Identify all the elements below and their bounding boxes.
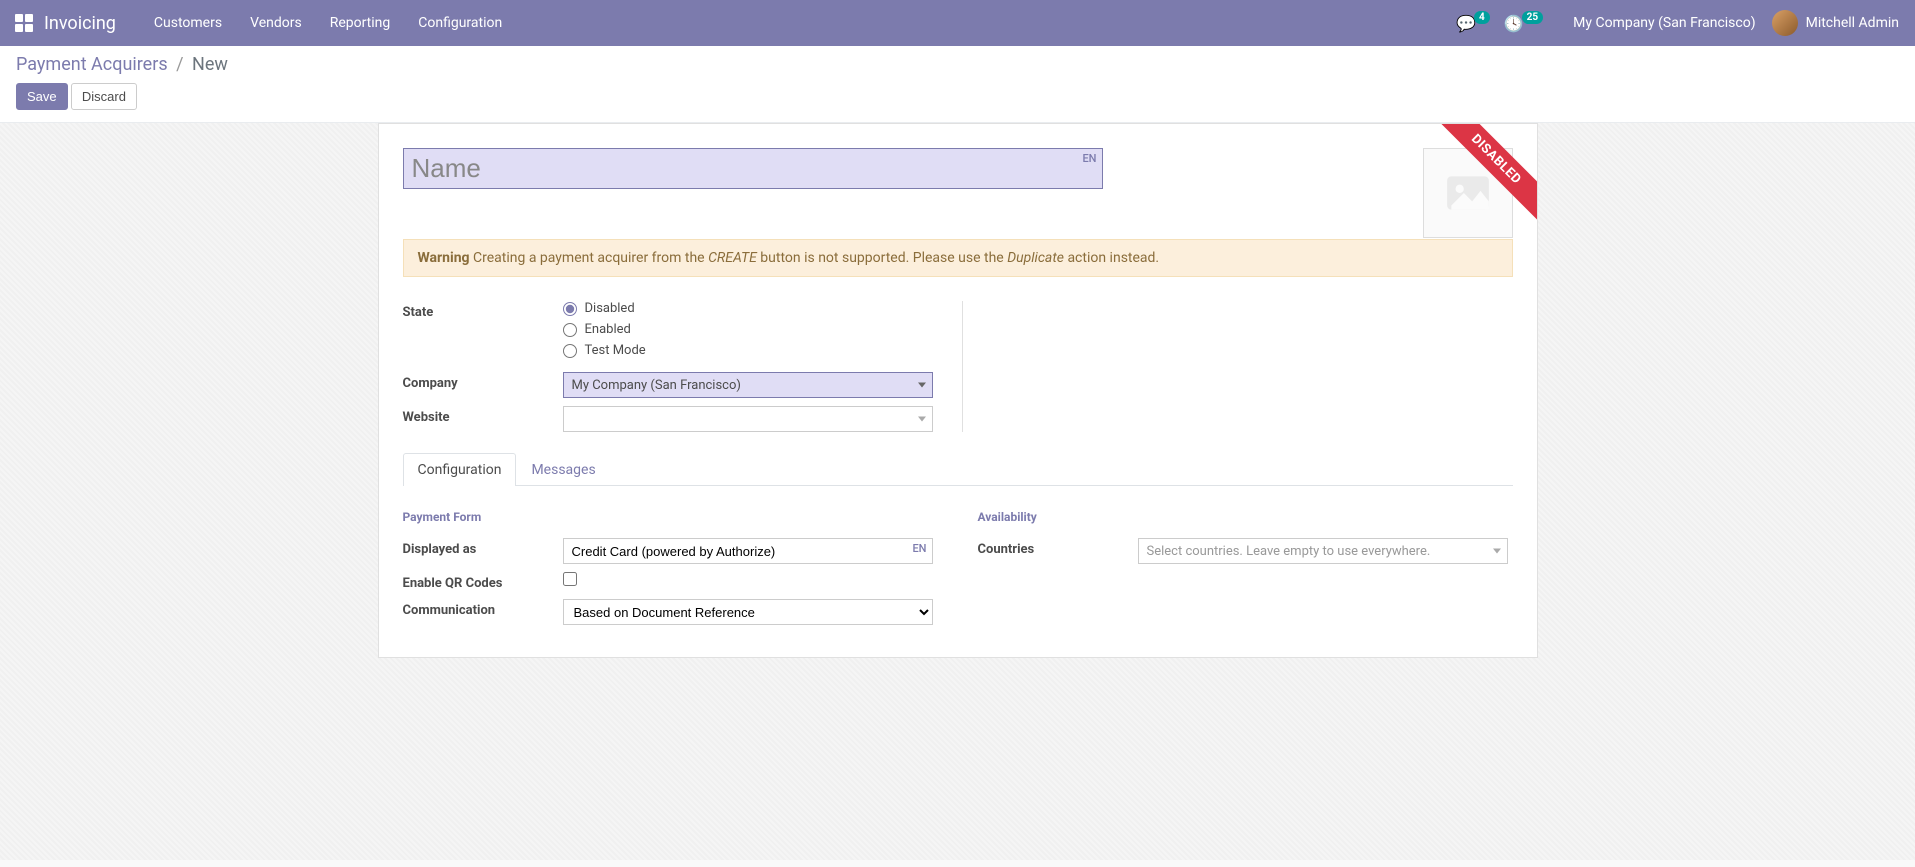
website-select[interactable] (563, 406, 933, 432)
displayed-as-label: Displayed as (403, 538, 563, 557)
name-field-wrapper: EN (403, 148, 1103, 189)
availability-section: Availability Countries Select countries.… (978, 510, 1513, 633)
company-selector[interactable]: My Company (San Francisco) (1573, 15, 1755, 31)
tab-messages[interactable]: Messages (516, 453, 610, 486)
clock-icon: 🕓 (1504, 14, 1524, 33)
warning-text-2: button is not supported. Please use the (757, 250, 1007, 266)
control-panel: Payment Acquirers / New Save Discard (0, 46, 1915, 123)
save-button[interactable]: Save (16, 83, 68, 110)
payment-form-section: Payment Form Displayed as EN Enable QR C… (403, 510, 938, 633)
chevron-down-icon (918, 417, 926, 422)
displayed-as-input[interactable] (563, 538, 933, 564)
company-label: Company (403, 372, 563, 391)
enable-qr-label: Enable QR Codes (403, 572, 563, 591)
form-sheet: DISABLED EN Warning Creating a payment a… (378, 123, 1538, 658)
warning-text-3: action instead. (1064, 250, 1159, 266)
image-icon (1443, 168, 1493, 218)
enable-qr-checkbox[interactable] (563, 572, 577, 586)
apps-menu-icon[interactable] (12, 11, 36, 35)
nav-vendors[interactable]: Vendors (236, 0, 316, 46)
state-radio-test[interactable] (563, 344, 577, 358)
name-input[interactable] (403, 148, 1103, 189)
payment-form-title: Payment Form (403, 510, 938, 524)
nav-configuration[interactable]: Configuration (404, 0, 516, 46)
app-brand[interactable]: Invoicing (44, 13, 116, 34)
breadcrumb-parent[interactable]: Payment Acquirers (16, 54, 168, 75)
tab-configuration[interactable]: Configuration (403, 453, 517, 486)
communication-label: Communication (403, 599, 563, 618)
messages-indicator[interactable]: 💬 4 (1456, 14, 1490, 33)
nav-reporting[interactable]: Reporting (316, 0, 405, 46)
state-radio-test-label: Test Mode (585, 343, 646, 358)
name-lang-badge[interactable]: EN (1082, 152, 1096, 165)
discard-button[interactable]: Discard (71, 83, 137, 110)
breadcrumb-sep: / (176, 54, 183, 75)
warning-text-1: Creating a payment acquirer from the (470, 250, 709, 266)
state-option-test[interactable]: Test Mode (563, 343, 933, 358)
state-option-enabled[interactable]: Enabled (563, 322, 933, 337)
communication-select[interactable]: Based on Document Reference (563, 599, 933, 625)
company-select[interactable]: My Company (San Francisco) (563, 372, 933, 398)
tabs: Configuration Messages (403, 452, 1513, 486)
activities-count-badge: 25 (1522, 11, 1543, 24)
breadcrumb: Payment Acquirers / New (16, 54, 1899, 75)
website-label: Website (403, 406, 563, 425)
state-radio-enabled-label: Enabled (585, 322, 631, 337)
state-radio-enabled[interactable] (563, 323, 577, 337)
chevron-down-icon (1493, 549, 1501, 554)
nav-customers[interactable]: Customers (140, 0, 236, 46)
state-label: State (403, 301, 563, 320)
messages-count-badge: 4 (1474, 11, 1490, 24)
state-radio-disabled[interactable] (563, 302, 577, 316)
warning-em-create: CREATE (708, 250, 757, 266)
top-navbar: Invoicing Customers Vendors Reporting Co… (0, 0, 1915, 46)
user-menu[interactable]: Mitchell Admin (1772, 10, 1899, 36)
avatar (1772, 10, 1798, 36)
warning-label: Warning (418, 250, 470, 266)
warning-alert: Warning Creating a payment acquirer from… (403, 239, 1513, 277)
availability-title: Availability (978, 510, 1513, 524)
warning-em-duplicate: Duplicate (1007, 250, 1064, 266)
username-label: Mitchell Admin (1806, 15, 1899, 31)
tab-content: Payment Form Displayed as EN Enable QR C… (403, 510, 1513, 633)
state-radio-disabled-label: Disabled (585, 301, 635, 316)
countries-label: Countries (978, 538, 1138, 557)
company-select-value: My Company (San Francisco) (572, 378, 741, 393)
countries-placeholder: Select countries. Leave empty to use eve… (1147, 544, 1431, 559)
content-area: DISABLED EN Warning Creating a payment a… (0, 123, 1915, 860)
chevron-down-icon (918, 383, 926, 388)
activities-indicator[interactable]: 🕓 25 (1504, 14, 1543, 33)
displayed-as-lang-badge[interactable]: EN (912, 542, 926, 555)
chat-icon: 💬 (1456, 14, 1476, 33)
breadcrumb-current: New (192, 54, 228, 75)
countries-select[interactable]: Select countries. Leave empty to use eve… (1138, 538, 1508, 564)
state-option-disabled[interactable]: Disabled (563, 301, 933, 316)
